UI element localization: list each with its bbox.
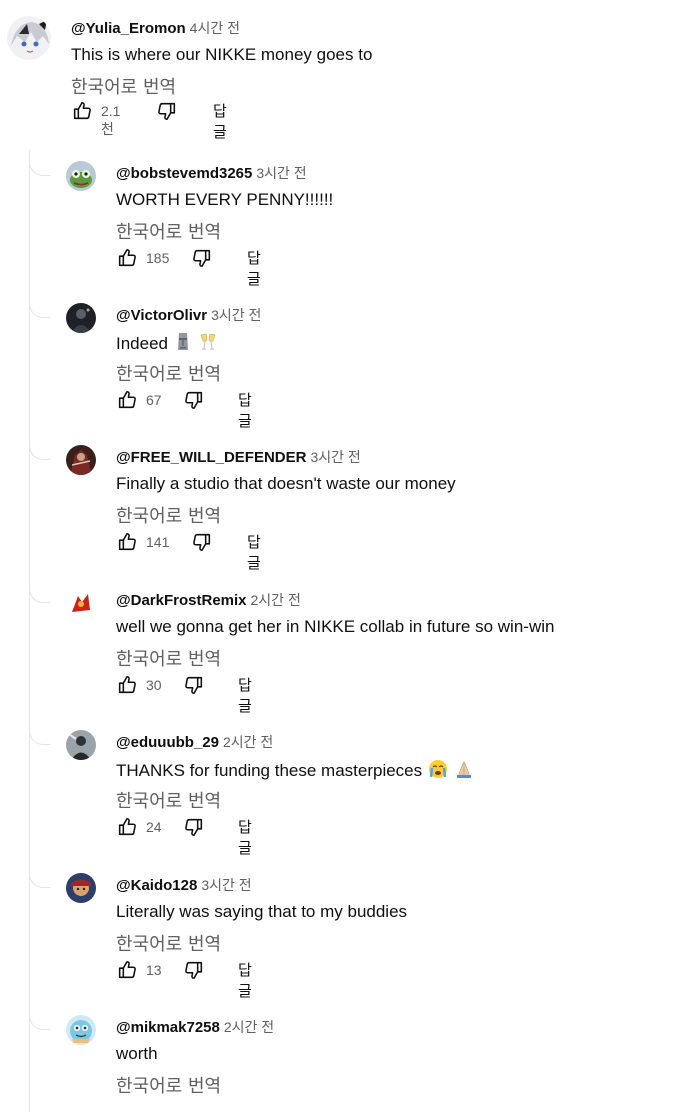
timestamp[interactable]: 3시간 전 xyxy=(211,307,261,323)
author-name[interactable]: @VictorOlivr xyxy=(116,307,207,324)
thumbs-up-icon[interactable] xyxy=(116,531,138,553)
author-name[interactable]: @mikmak7258 xyxy=(116,1019,220,1036)
thumbs-up-icon[interactable] xyxy=(71,100,93,122)
like-count: 185 xyxy=(146,250,170,266)
reply-button[interactable]: 답글 xyxy=(213,100,227,142)
comment-text: Finally a studio that doesn't waste our … xyxy=(116,474,456,493)
avatar[interactable] xyxy=(66,161,96,191)
comment: @Yulia_Eromon 4시간 전 This is where our NIK… xyxy=(0,16,687,141)
thumbs-up-icon[interactable] xyxy=(116,247,138,269)
reply-button[interactable]: 답글 xyxy=(247,247,261,289)
thumbs-down-icon[interactable] xyxy=(191,247,213,269)
timestamp[interactable]: 3시간 전 xyxy=(256,165,306,181)
comment-header: @bobstevemd3265 3시간 전 xyxy=(116,163,307,183)
moai-emoji-icon xyxy=(174,332,192,357)
thumbs-down-icon[interactable] xyxy=(183,674,205,696)
reply-comment: @mikmak7258 2시간 전 worth 한국어로 번역 xyxy=(0,1013,687,1112)
thread-connector xyxy=(29,871,50,888)
thumbs-up-icon[interactable] xyxy=(116,674,138,696)
author-name[interactable]: @DarkFrostRemix xyxy=(116,592,247,609)
author-name[interactable]: @bobstevemd3265 xyxy=(116,165,252,182)
like-count: 141 xyxy=(146,534,170,550)
author-name[interactable]: @Kaido128 xyxy=(116,877,197,894)
comment-header: @eduuubb_29 2시간 전 xyxy=(116,732,273,752)
folded-hands-icon xyxy=(454,759,474,784)
comment-header: @DarkFrostRemix 2시간 전 xyxy=(116,590,301,610)
thumbs-up-icon[interactable] xyxy=(116,816,138,838)
author-name[interactable]: @Yulia_Eromon xyxy=(71,20,186,37)
translate-button[interactable]: 한국어로 번역 xyxy=(71,73,176,99)
comment-text: This is where our NIKKE money goes to xyxy=(71,45,373,64)
reply-comment: @VictorOlivr 3시간 전 Indeed 한국어로 번역 67 답글 xyxy=(0,301,687,433)
translate-button[interactable]: 한국어로 번역 xyxy=(116,502,221,528)
timestamp[interactable]: 4시간 전 xyxy=(190,20,240,36)
author-name[interactable]: @eduuubb_29 xyxy=(116,734,219,751)
comment-header: @VictorOlivr 3시간 전 xyxy=(116,305,261,325)
timestamp[interactable]: 3시간 전 xyxy=(201,877,251,893)
comment-header: @Yulia_Eromon 4시간 전 xyxy=(71,18,240,38)
like-count: 2.1천 xyxy=(101,103,121,137)
avatar[interactable] xyxy=(66,445,96,475)
thumbs-down-icon[interactable] xyxy=(183,959,205,981)
translate-button[interactable]: 한국어로 번역 xyxy=(116,930,221,956)
comment-text-content: Indeed xyxy=(116,333,168,353)
reply-button[interactable]: 답글 xyxy=(238,816,252,858)
author-name[interactable]: @FREE_WILL_DEFENDER xyxy=(116,449,306,466)
reply-button[interactable]: 답글 xyxy=(238,959,252,1001)
translate-button[interactable]: 한국어로 번역 xyxy=(116,218,221,244)
avatar[interactable] xyxy=(7,16,51,60)
clinking-glasses-icon xyxy=(198,332,218,357)
comment-text: Literally was saying that to my buddies xyxy=(116,902,408,921)
thumbs-up-icon[interactable] xyxy=(116,389,138,411)
like-count: 30 xyxy=(146,677,162,693)
comment-text: THANKS for funding these masterpieces xyxy=(116,759,474,784)
thumbs-down-icon[interactable] xyxy=(156,100,178,122)
reply-button[interactable]: 답글 xyxy=(238,389,252,431)
comment-header: @Kaido128 3시간 전 xyxy=(116,875,252,895)
reply-comment: @Kaido128 3시간 전 Literally was saying that… xyxy=(0,871,687,1003)
like-count: 13 xyxy=(146,962,162,978)
avatar[interactable] xyxy=(66,873,96,903)
thread-connector xyxy=(29,159,50,176)
thread-connector xyxy=(29,301,50,318)
avatar[interactable] xyxy=(66,730,96,760)
timestamp[interactable]: 3시간 전 xyxy=(310,449,360,465)
thread-connector xyxy=(29,443,50,460)
thumbs-down-icon[interactable] xyxy=(183,816,205,838)
avatar[interactable] xyxy=(66,1015,96,1045)
reply-button[interactable]: 답글 xyxy=(247,531,261,573)
timestamp[interactable]: 2시간 전 xyxy=(223,734,273,750)
reply-comment: @DarkFrostRemix 2시간 전 well we gonna get h… xyxy=(0,586,687,718)
comment-text: Indeed xyxy=(116,332,218,357)
like-count: 24 xyxy=(146,819,162,835)
thumbs-down-icon[interactable] xyxy=(183,389,205,411)
timestamp[interactable]: 2시간 전 xyxy=(224,1019,274,1035)
translate-button[interactable]: 한국어로 번역 xyxy=(116,1072,221,1098)
reply-comment: @FREE_WILL_DEFENDER 3시간 전 Finally a studi… xyxy=(0,443,687,575)
loudly-crying-face-icon xyxy=(428,759,448,784)
translate-button[interactable]: 한국어로 번역 xyxy=(116,787,221,813)
thumbs-up-icon[interactable] xyxy=(116,959,138,981)
reply-comment: @bobstevemd3265 3시간 전 WORTH EVERY PENNY!!… xyxy=(0,159,687,291)
avatar[interactable] xyxy=(66,588,96,618)
avatar[interactable] xyxy=(66,303,96,333)
comment-text: WORTH EVERY PENNY!!!!!! xyxy=(116,190,334,209)
comment-text: worth xyxy=(116,1044,158,1063)
translate-button[interactable]: 한국어로 번역 xyxy=(116,645,221,671)
comment-header: @mikmak7258 2시간 전 xyxy=(116,1017,274,1037)
like-count: 67 xyxy=(146,392,162,408)
translate-button[interactable]: 한국어로 번역 xyxy=(116,360,221,386)
reply-comment: @eduuubb_29 2시간 전 THANKS for funding thes… xyxy=(0,728,687,860)
comment-text-content: THANKS for funding these masterpieces xyxy=(116,760,423,780)
thread-connector xyxy=(29,1013,50,1030)
thread-connector xyxy=(29,586,50,603)
comment-text: well we gonna get her in NIKKE collab in… xyxy=(116,617,555,636)
comment-header: @FREE_WILL_DEFENDER 3시간 전 xyxy=(116,447,361,467)
timestamp[interactable]: 2시간 전 xyxy=(251,592,301,608)
reply-button[interactable]: 답글 xyxy=(238,674,252,716)
thumbs-down-icon[interactable] xyxy=(191,531,213,553)
thread-connector xyxy=(29,728,50,745)
